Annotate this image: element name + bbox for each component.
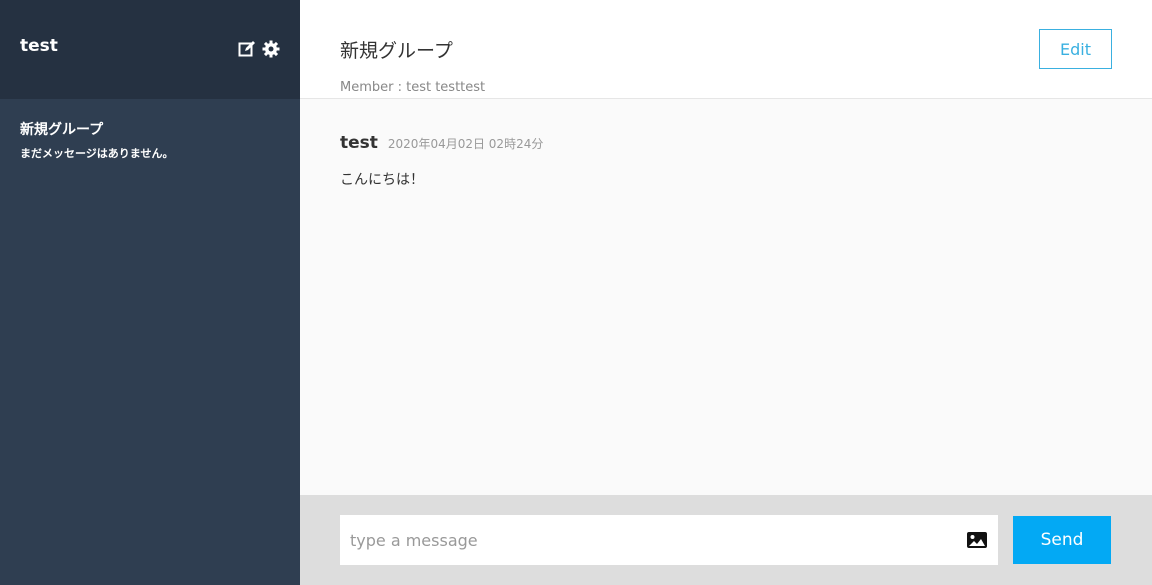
message-header: test 2020年04月02日 02時24分 <box>340 133 1112 153</box>
edit-group-button[interactable]: Edit <box>1039 29 1112 69</box>
message-form: Send <box>300 495 1152 585</box>
chat-main: 新規グループ Member : test testtest Edit test … <box>300 0 1152 585</box>
group-title: 新規グループ <box>340 40 453 62</box>
gear-icon[interactable] <box>262 40 280 58</box>
image-icon[interactable] <box>966 531 988 549</box>
sidebar: test 新規グループ まだメッセージはありません。 <box>0 0 300 585</box>
sidebar-actions <box>238 40 280 58</box>
edit-icon[interactable] <box>238 40 256 58</box>
group-latest-message: まだメッセージはありません。 <box>20 147 174 160</box>
group-list-item[interactable]: 新規グループ まだメッセージはありません。 <box>0 99 300 181</box>
message-text: こんにちは！ <box>340 172 424 188</box>
message-input-box <box>340 515 998 565</box>
current-user-name: test <box>20 36 58 56</box>
sidebar-header: test <box>0 0 300 99</box>
message-item: test 2020年04月02日 02時24分 こんにちは！ <box>340 133 1112 189</box>
message-date: 2020年04月02日 02時24分 <box>387 137 544 151</box>
group-name: 新規グループ <box>20 122 104 138</box>
message-input[interactable] <box>340 515 998 565</box>
send-button[interactable]: Send <box>1013 516 1111 564</box>
message-list: test 2020年04月02日 02時24分 こんにちは！ <box>300 99 1152 495</box>
message-user: test <box>340 133 378 153</box>
member-list: Member : test testtest <box>340 80 486 95</box>
chat-header: 新規グループ Member : test testtest Edit <box>300 0 1152 99</box>
